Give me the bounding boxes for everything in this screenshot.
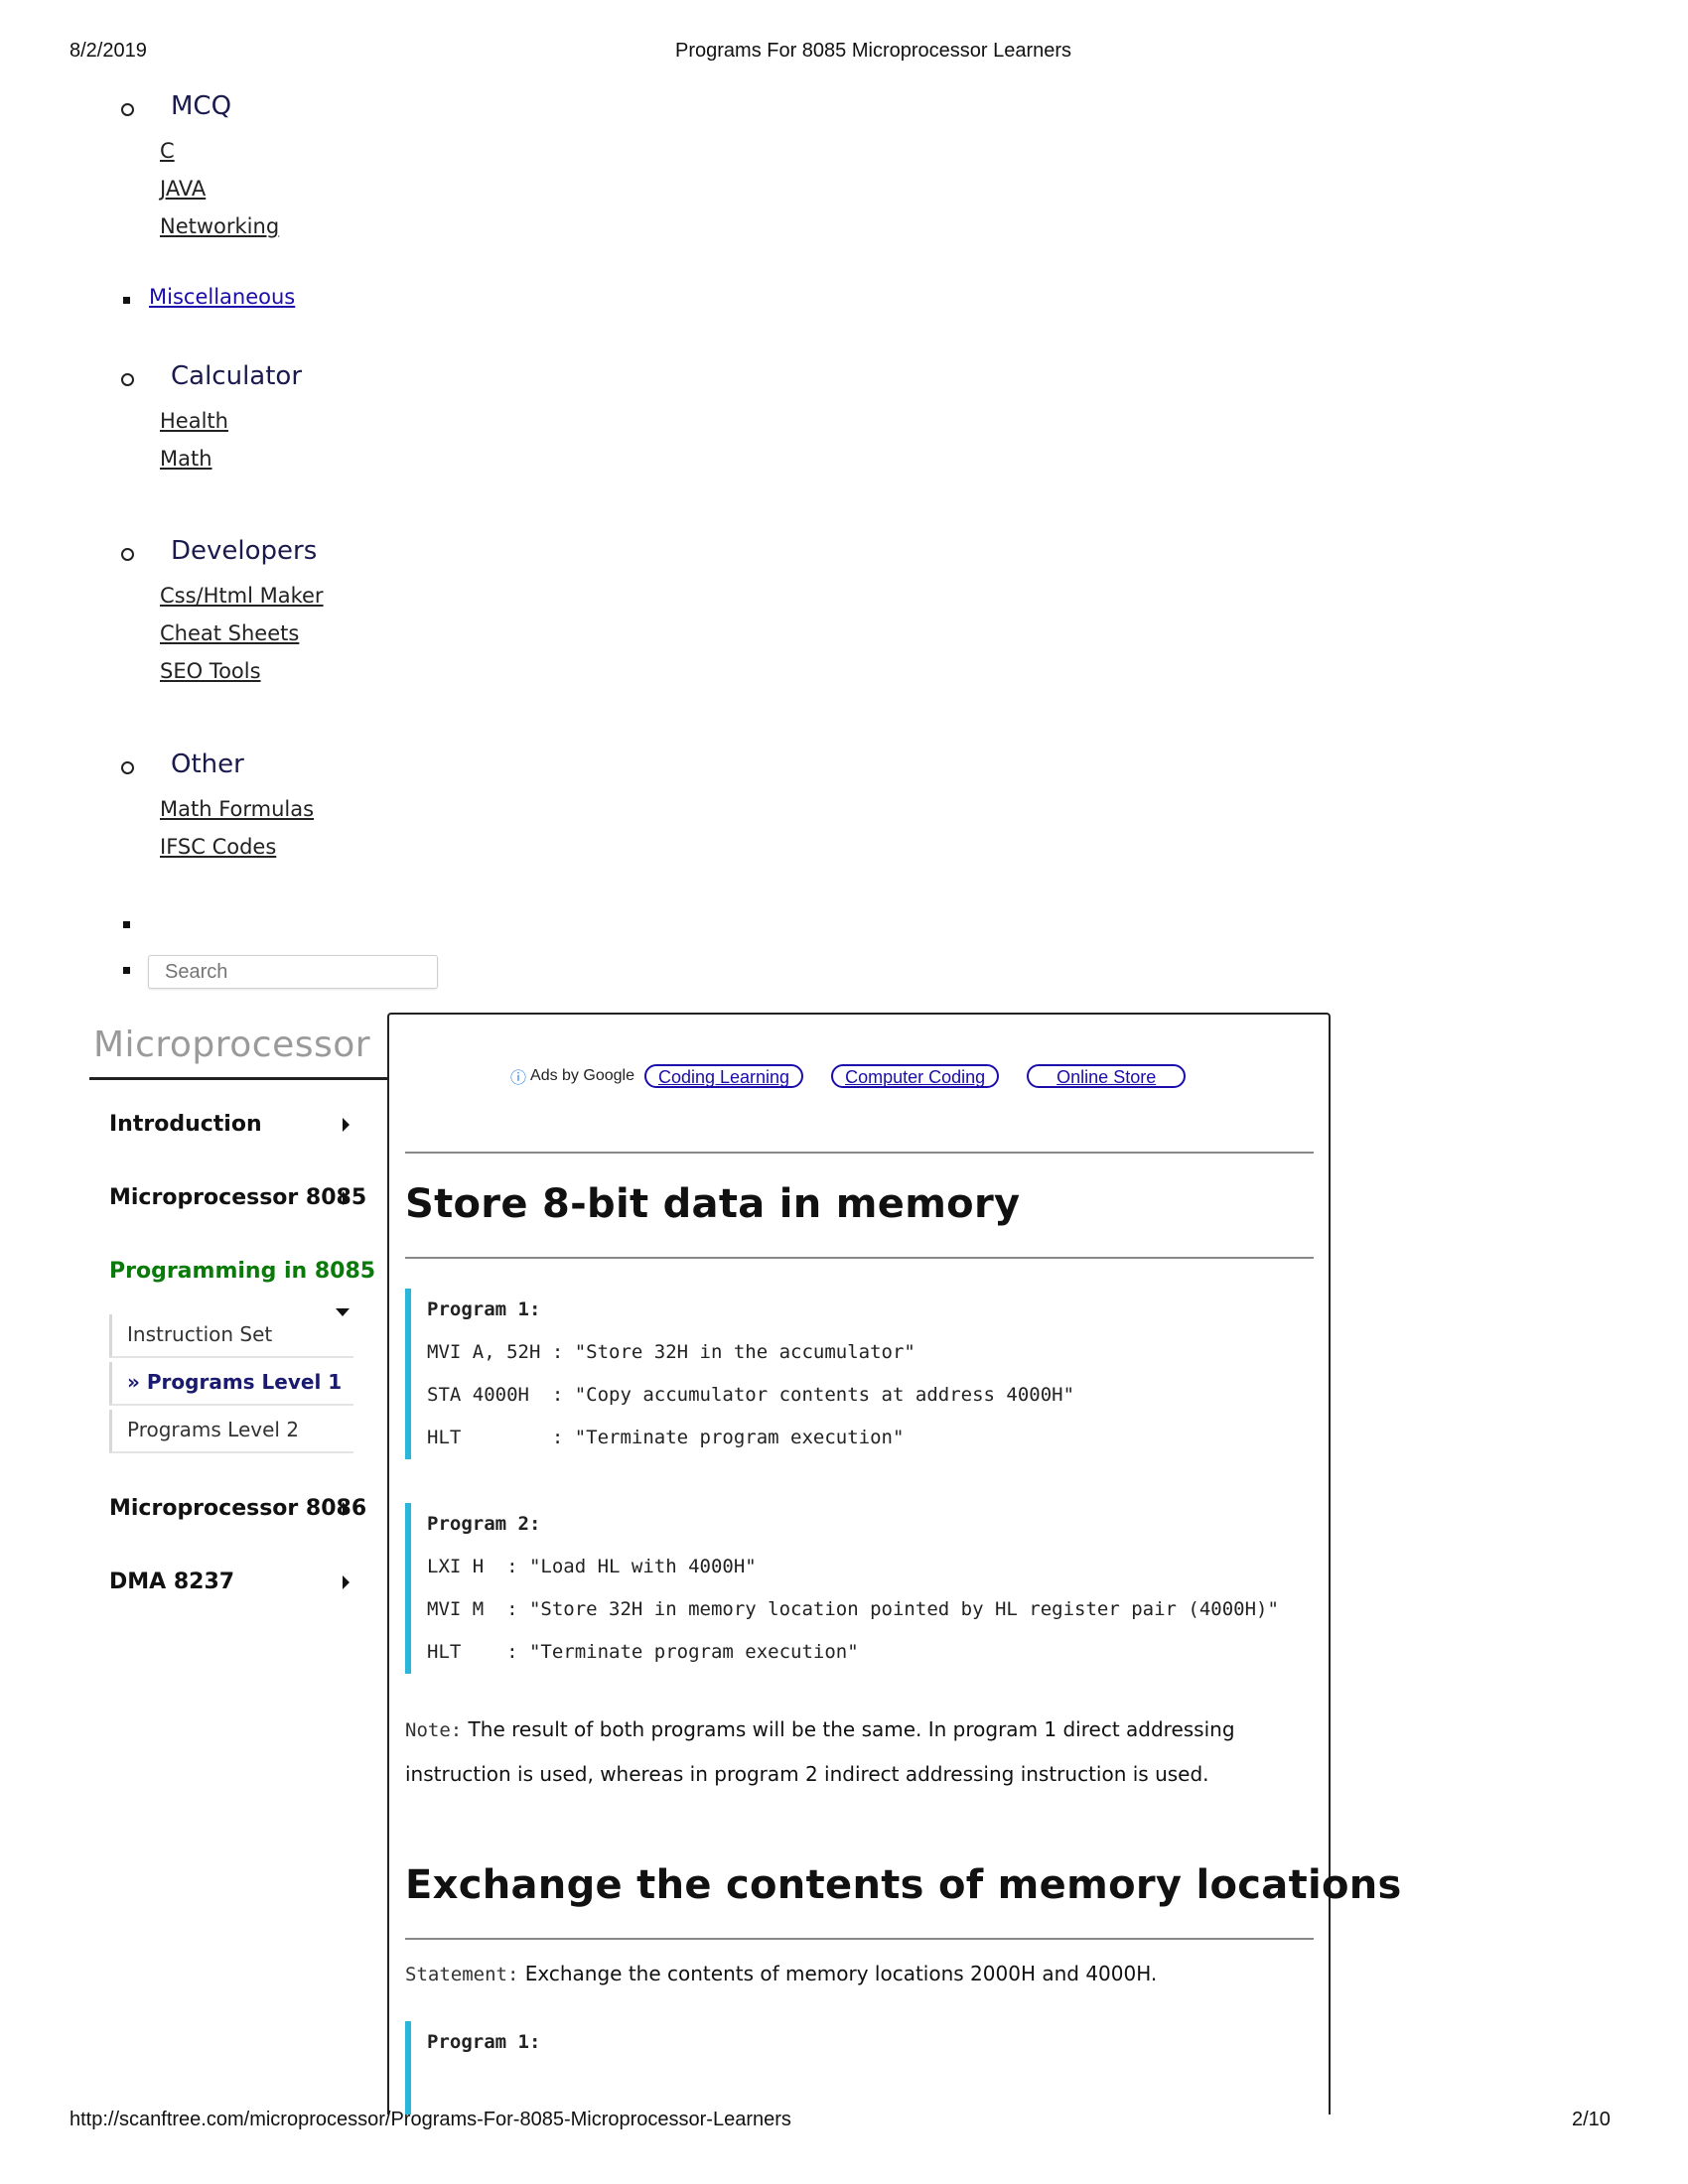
sidebar-divider [89,1077,387,1080]
code-title: Program 1: [427,2031,541,2053]
nav-link-miscellaneous[interactable]: Miscellaneous [149,285,295,309]
divider [405,1257,1314,1259]
print-title: Programs For 8085 Microprocessor Learner… [675,40,1072,62]
sidebar-item-microprocessor-8085[interactable]: Microprocessor 8085 [109,1185,366,1210]
caret-right-icon [343,1118,350,1132]
ad-button-online-store[interactable]: Online Store [1027,1064,1187,1088]
sidebar-subitem-programs-level-1[interactable]: » Programs Level 1 [109,1362,353,1406]
note-paragraph: Note: The result of both programs will b… [405,1707,1319,1796]
nav-heading-developers[interactable]: Developers [171,536,317,566]
code-title: Program 1: [427,1298,541,1320]
note-label: Note: [405,1719,463,1741]
square-bullet-icon [123,967,130,974]
nav-link-math[interactable]: Math [160,447,212,471]
circle-bullet-icon [121,548,134,561]
nav-link-css-html-maker[interactable]: Css/Html Maker [160,584,324,608]
nav-heading-mcq[interactable]: MCQ [171,91,231,121]
print-page-number: 2/10 [1572,2109,1611,2130]
nav-link-math-formulas[interactable]: Math Formulas [160,797,314,821]
ad-button-coding-learning[interactable]: Coding Learning [643,1064,804,1088]
caret-right-icon [343,1575,350,1589]
ads-bar: ⓘ Ads by Google Coding Learning Computer… [510,1062,1213,1090]
note-text: The result of both programs will be the … [405,1717,1235,1786]
sidebar-subitem-instruction-set[interactable]: Instruction Set [109,1314,353,1358]
nav-link-networking[interactable]: Networking [160,214,279,238]
sidebar-item-programming-8085[interactable]: Programming in 8085 [109,1259,375,1284]
divider [405,1152,1314,1154]
code-line: STA 4000H : "Copy accumulator contents a… [427,1384,1075,1406]
ad-button-computer-coding[interactable]: Computer Coding [831,1064,1000,1088]
nav-heading-calculator[interactable]: Calculator [171,361,302,391]
caret-right-icon [343,1191,350,1205]
nav-heading-other[interactable]: Other [171,750,244,779]
search-input[interactable] [148,955,438,989]
sidebar-item-introduction[interactable]: Introduction [109,1112,262,1137]
sidebar-title: Microprocessor [93,1024,371,1065]
statement-paragraph: Statement: Exchange the contents of memo… [405,1952,1319,1996]
code-line: MVI M : "Store 32H in memory location po… [427,1598,1279,1620]
nav-link-java[interactable]: JAVA [160,177,206,201]
code-line: MVI A, 52H : "Store 32H in the accumulat… [427,1341,915,1363]
code-line: HLT : "Terminate program execution" [427,1641,859,1663]
nav-link-ifsc-codes[interactable]: IFSC Codes [160,835,276,859]
circle-bullet-icon [121,103,134,116]
statement-text: Exchange the contents of memory location… [518,1962,1158,1985]
sidebar-item-dma-8237[interactable]: DMA 8237 [109,1570,234,1594]
code-block-program-2: Program 2: LXI H : "Load HL with 4000H" … [405,1503,1299,1674]
code-block-exchange-program-1: Program 1: [405,2021,1299,2115]
nav-link-c[interactable]: C [160,139,175,163]
info-icon[interactable]: ⓘ [510,1064,526,1088]
statement-label: Statement: [405,1964,519,1985]
sidebar-item-microprocessor-8086[interactable]: Microprocessor 8086 [109,1496,366,1521]
square-bullet-icon [123,921,130,928]
code-line: HLT : "Terminate program execution" [427,1427,905,1448]
print-url: http://scanftree.com/microprocessor/Prog… [70,2109,791,2130]
section-title-store-8bit: Store 8-bit data in memory [405,1181,1021,1227]
nav-link-health[interactable]: Health [160,409,228,433]
nav-link-seo-tools[interactable]: SEO Tools [160,659,261,683]
code-title: Program 2: [427,1513,541,1535]
square-bullet-icon [123,297,130,304]
nav-link-cheat-sheets[interactable]: Cheat Sheets [160,621,299,645]
code-block-program-1: Program 1: MVI A, 52H : "Store 32H in th… [405,1289,1299,1459]
print-date: 8/2/2019 [70,40,147,62]
divider [405,1938,1314,1940]
sidebar-subitem-programs-level-2[interactable]: Programs Level 2 [109,1410,353,1453]
code-line: LXI H : "Load HL with 4000H" [427,1556,757,1577]
circle-bullet-icon [121,373,134,386]
section-title-exchange: Exchange the contents of memory location… [405,1862,1402,1908]
ads-label: Ads by Google [530,1067,634,1084]
caret-right-icon [343,1502,350,1516]
circle-bullet-icon [121,761,134,774]
